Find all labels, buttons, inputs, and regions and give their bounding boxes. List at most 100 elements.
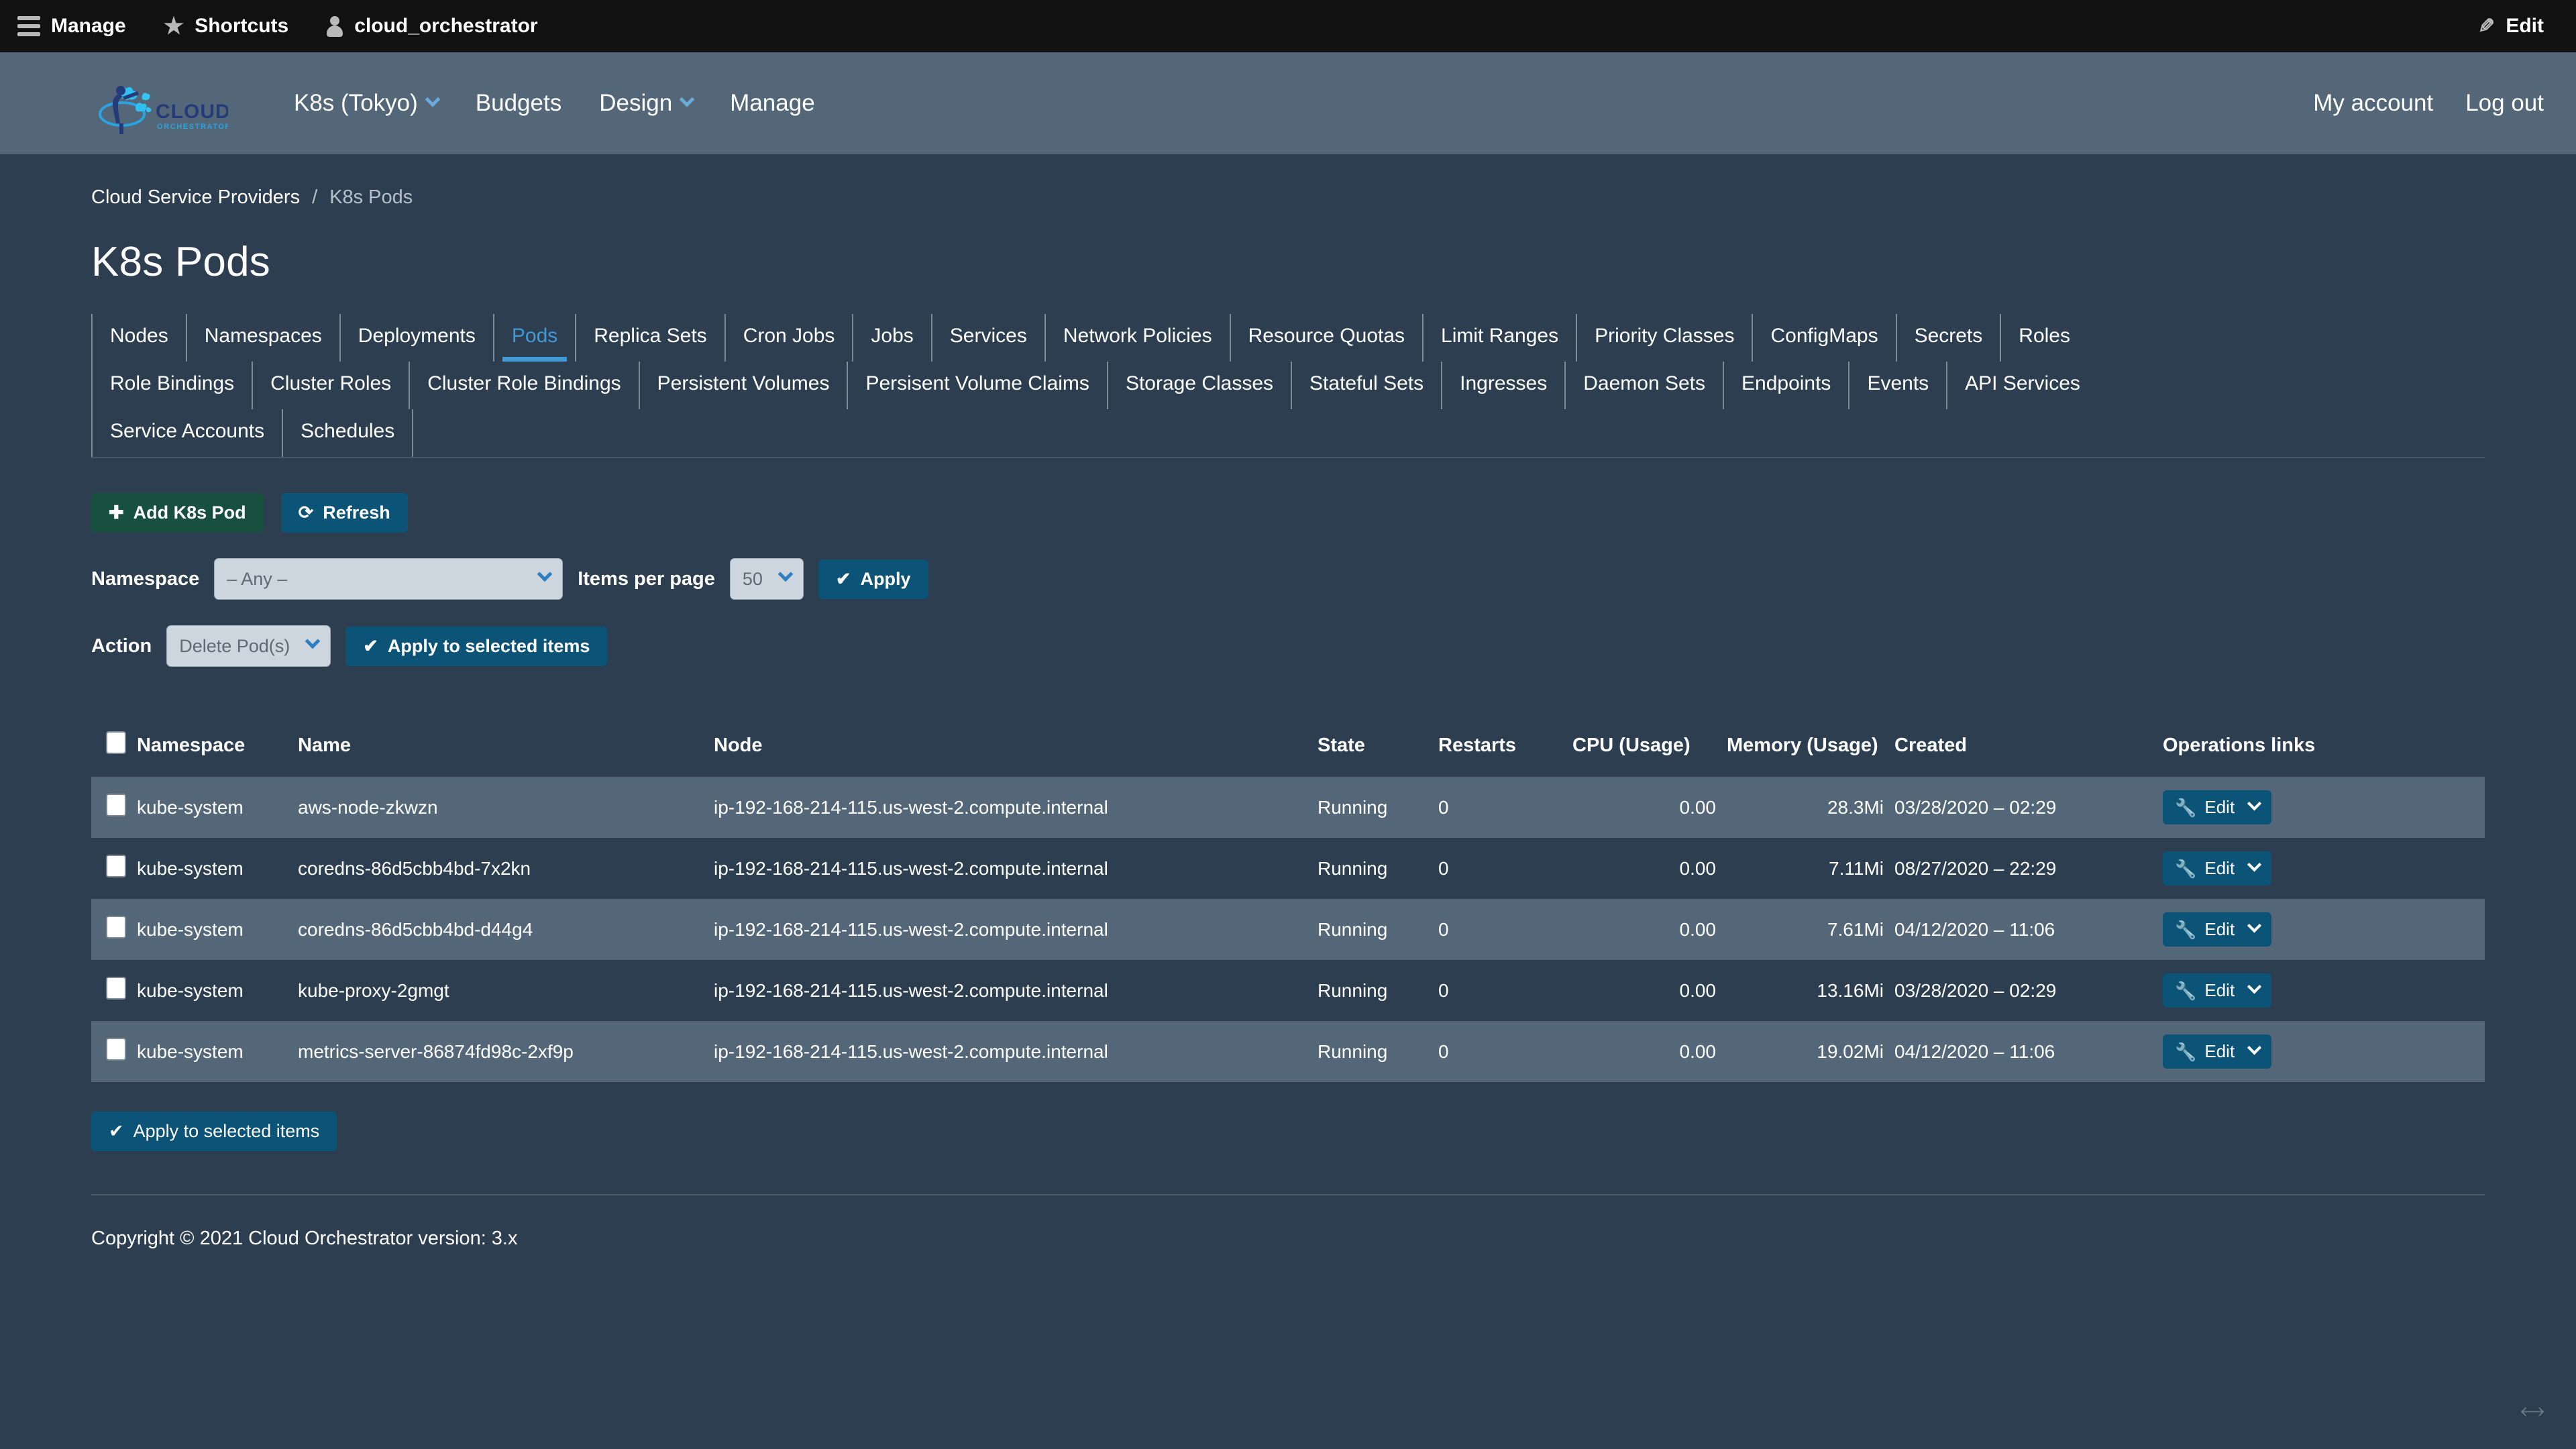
apply-button[interactable]: ✔ Apply: [818, 559, 928, 599]
tab-stateful-sets[interactable]: Stateful Sets: [1291, 362, 1441, 409]
apply-to-selected-items-button-bottom[interactable]: ✔ Apply to selected items: [91, 1112, 337, 1151]
tab-deployments[interactable]: Deployments: [339, 314, 493, 362]
tab-storage-classes[interactable]: Storage Classes: [1106, 362, 1291, 409]
cell-node: ip-192-168-214-115.us-west-2.compute.int…: [714, 979, 1108, 1001]
select-all-header: [91, 724, 131, 777]
table-row: kube-system coredns-86d5cbb4bd-d44g4 ip-…: [91, 899, 2485, 960]
tab-configmaps[interactable]: ConfigMaps: [1752, 314, 1895, 362]
cell-operations: 🔧 Edit: [2157, 777, 2485, 838]
resize-handle-icon[interactable]: ⤢: [2516, 1396, 2548, 1428]
row-checkbox[interactable]: [106, 794, 126, 816]
action-select[interactable]: Delete Pod(s): [166, 625, 331, 667]
column-header-namespace[interactable]: Namespace: [131, 724, 292, 777]
tab-pods[interactable]: Pods: [492, 314, 575, 362]
edit-button[interactable]: 🔧 Edit: [2163, 973, 2245, 1008]
tab-persistent-volume-claims[interactable]: Persisent Volume Claims: [847, 362, 1106, 409]
admin-user-menu[interactable]: cloud_orchestrator: [326, 15, 538, 38]
tab-namespaces[interactable]: Namespaces: [185, 314, 339, 362]
page-body: Cloud Service Providers / K8s Pods K8s P…: [0, 154, 2576, 1250]
edit-button[interactable]: 🔧 Edit: [2163, 851, 2245, 885]
tab-network-policies[interactable]: Network Policies: [1044, 314, 1230, 362]
tab-jobs[interactable]: Jobs: [852, 314, 930, 362]
row-checkbox[interactable]: [106, 855, 126, 877]
wrench-icon: 🔧: [2175, 1041, 2197, 1062]
cell-memory: 19.02Mi: [1817, 1040, 1884, 1062]
tab-replica-sets[interactable]: Replica Sets: [575, 314, 724, 362]
row-checkbox[interactable]: [106, 977, 126, 1000]
tab-ingresses[interactable]: Ingresses: [1441, 362, 1564, 409]
edit-button-label: Edit: [2204, 1041, 2235, 1061]
column-header-memory[interactable]: Memory (Usage): [1721, 724, 1889, 777]
edit-dropdown-toggle[interactable]: [2245, 973, 2271, 1008]
edit-button[interactable]: 🔧 Edit: [2163, 790, 2245, 824]
user-icon: [326, 15, 343, 37]
cell-restarts: 0: [1438, 857, 1449, 879]
apply-to-selected-items-button-top[interactable]: ✔ Apply to selected items: [345, 626, 608, 666]
admin-manage-menu[interactable]: Manage: [17, 15, 126, 38]
tab-secrets[interactable]: Secrets: [1895, 314, 2000, 362]
tab-cron-jobs[interactable]: Cron Jobs: [724, 314, 853, 362]
edit-dropdown-toggle[interactable]: [2245, 1034, 2271, 1069]
cell-memory: 7.11Mi: [1829, 857, 1884, 879]
nav-item-2[interactable]: Design: [580, 83, 711, 123]
check-icon: ✔: [835, 568, 851, 589]
cell-created: 03/28/2020 – 02:29: [1894, 979, 2057, 1001]
nav-item-0[interactable]: K8s (Tokyo): [275, 83, 457, 123]
tab-schedules[interactable]: Schedules: [282, 409, 412, 457]
edit-dropdown-toggle[interactable]: [2245, 851, 2271, 885]
tab-row-1: Nodes Namespaces Deployments Pods Replic…: [91, 314, 2485, 362]
edit-button-label: Edit: [2204, 919, 2235, 939]
log-out-link[interactable]: Log out: [2465, 83, 2544, 123]
cell-cpu: 0.00: [1679, 918, 1717, 940]
tab-cluster-role-bindings[interactable]: Cluster Role Bindings: [409, 362, 638, 409]
add-k8s-pod-button[interactable]: ✚ Add K8s Pod: [91, 493, 264, 533]
tab-services[interactable]: Services: [930, 314, 1044, 362]
edit-button[interactable]: 🔧 Edit: [2163, 912, 2245, 947]
tab-nodes[interactable]: Nodes: [91, 314, 186, 362]
items-per-page-select[interactable]: 50: [729, 558, 804, 600]
edit-dropdown-toggle[interactable]: [2245, 790, 2271, 824]
breadcrumb-parent[interactable]: Cloud Service Providers: [91, 186, 300, 209]
row-checkbox[interactable]: [106, 916, 126, 938]
my-account-link[interactable]: My account: [2313, 83, 2433, 123]
edit-button[interactable]: 🔧 Edit: [2163, 1034, 2245, 1069]
cell-namespace: kube-system: [137, 796, 244, 818]
cell-cpu: 0.00: [1679, 1040, 1717, 1062]
tab-roles[interactable]: Roles: [2000, 314, 2088, 362]
column-header-state[interactable]: State: [1312, 724, 1433, 777]
check-icon: ✔: [109, 1121, 124, 1141]
column-header-cpu[interactable]: CPU (Usage): [1567, 724, 1721, 777]
admin-shortcuts-menu[interactable]: ★ Shortcuts: [164, 15, 289, 38]
refresh-button[interactable]: ⟳ Refresh: [280, 493, 408, 533]
nav-item-1[interactable]: Budgets: [457, 83, 580, 123]
select-all-checkbox[interactable]: [106, 731, 126, 754]
namespace-select[interactable]: – Any –: [214, 558, 564, 600]
edit-dropdown-toggle[interactable]: [2245, 912, 2271, 947]
tab-service-accounts[interactable]: Service Accounts: [91, 409, 282, 457]
tab-api-services[interactable]: API Services: [1946, 362, 2098, 409]
row-checkbox[interactable]: [106, 1038, 126, 1061]
tab-limit-ranges[interactable]: Limit Ranges: [1422, 314, 1576, 362]
tab-resource-quotas[interactable]: Resource Quotas: [1229, 314, 1422, 362]
tab-cluster-roles[interactable]: Cluster Roles: [252, 362, 409, 409]
tab-persistent-volumes[interactable]: Persistent Volumes: [638, 362, 847, 409]
column-header-node[interactable]: Node: [708, 724, 1312, 777]
tab-endpoints[interactable]: Endpoints: [1723, 362, 1848, 409]
plus-icon: ✚: [109, 502, 124, 523]
row-select-cell: [91, 838, 131, 899]
tab-role-bindings[interactable]: Role Bindings: [91, 362, 252, 409]
tab-events[interactable]: Events: [1848, 362, 1946, 409]
nav-item-3[interactable]: Manage: [711, 83, 833, 123]
pods-table: Namespace Name Node State Restarts CPU (…: [91, 724, 2485, 1082]
tab-priority-classes[interactable]: Priority Classes: [1576, 314, 1752, 362]
cell-restarts: 0: [1438, 796, 1449, 818]
pencil-icon: ✎: [2478, 15, 2496, 38]
admin-edit-button[interactable]: ✎ Edit: [2478, 15, 2544, 38]
column-header-created[interactable]: Created: [1889, 724, 2157, 777]
tab-daemon-sets[interactable]: Daemon Sets: [1564, 362, 1723, 409]
row-select-cell: [91, 1021, 131, 1082]
column-header-restarts[interactable]: Restarts: [1433, 724, 1567, 777]
column-header-name[interactable]: Name: [292, 724, 708, 777]
cell-name: kube-proxy-2gmgt: [298, 979, 449, 1001]
site-logo[interactable]: CLOUD ORCHESTRATOR: [94, 66, 248, 140]
